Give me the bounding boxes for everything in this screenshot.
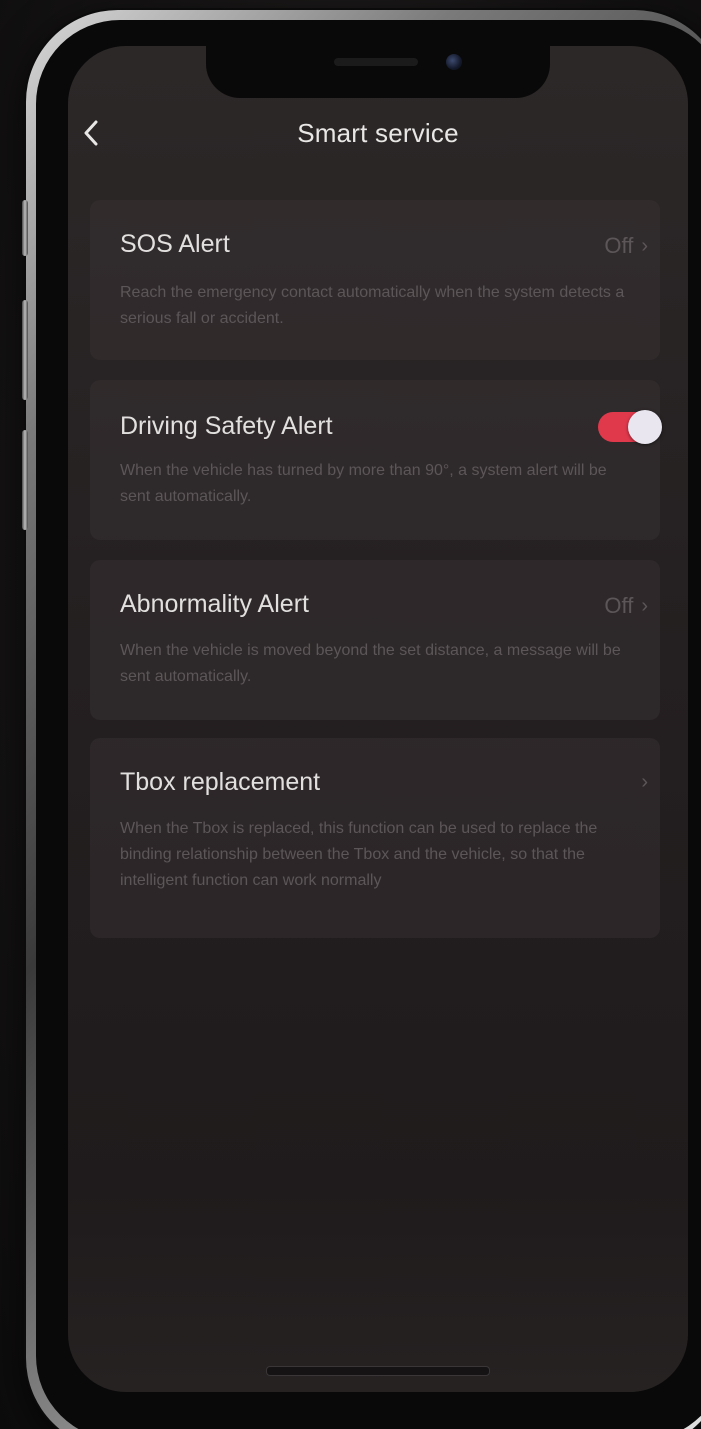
- stage: Smart service SOS Alert Off › Reach the …: [0, 0, 701, 1429]
- volume-down-button: [22, 430, 28, 530]
- speaker-grille: [334, 58, 418, 66]
- tbox-replacement-chevron[interactable]: ›: [641, 771, 648, 794]
- volume-up-button: [22, 300, 28, 400]
- phone-screen: Smart service SOS Alert Off › Reach the …: [68, 46, 688, 1392]
- mute-switch: [22, 200, 28, 256]
- chevron-right-icon: ›: [641, 594, 648, 617]
- notch: [206, 46, 550, 98]
- card-title: Tbox replacement: [120, 768, 321, 796]
- chevron-right-icon: ›: [641, 771, 648, 793]
- status-text: Off: [604, 593, 634, 618]
- sos-alert-status[interactable]: Off ›: [604, 233, 648, 259]
- card-description: Reach the emergency contact automaticall…: [120, 284, 625, 327]
- card-description: When the vehicle is moved beyond the set…: [120, 642, 621, 685]
- card-title: SOS Alert: [120, 230, 230, 258]
- driving-safety-alert-card: Driving Safety Alert When the vehicle ha…: [90, 380, 662, 540]
- header: Smart service: [68, 106, 688, 160]
- status-text: Off: [604, 233, 634, 258]
- card-title: Abnormality Alert: [120, 590, 309, 618]
- abnormality-alert-card[interactable]: Abnormality Alert Off › When the vehicle…: [90, 560, 660, 720]
- home-indicator[interactable]: [266, 1366, 490, 1376]
- tbox-replacement-card[interactable]: Tbox replacement › When the Tbox is repl…: [90, 738, 660, 938]
- toggle-knob: [628, 410, 662, 444]
- sos-alert-card[interactable]: SOS Alert Off › Reach the emergency cont…: [90, 200, 660, 360]
- card-description: When the Tbox is replaced, this function…: [120, 820, 598, 889]
- page-title: Smart service: [297, 118, 459, 148]
- card-description: When the vehicle has turned by more than…: [120, 462, 607, 505]
- chevron-right-icon: ›: [641, 234, 648, 257]
- card-title: Driving Safety Alert: [120, 412, 333, 440]
- front-camera: [446, 54, 462, 70]
- driving-safety-toggle[interactable]: [598, 410, 662, 444]
- abnormality-alert-status[interactable]: Off ›: [604, 593, 648, 619]
